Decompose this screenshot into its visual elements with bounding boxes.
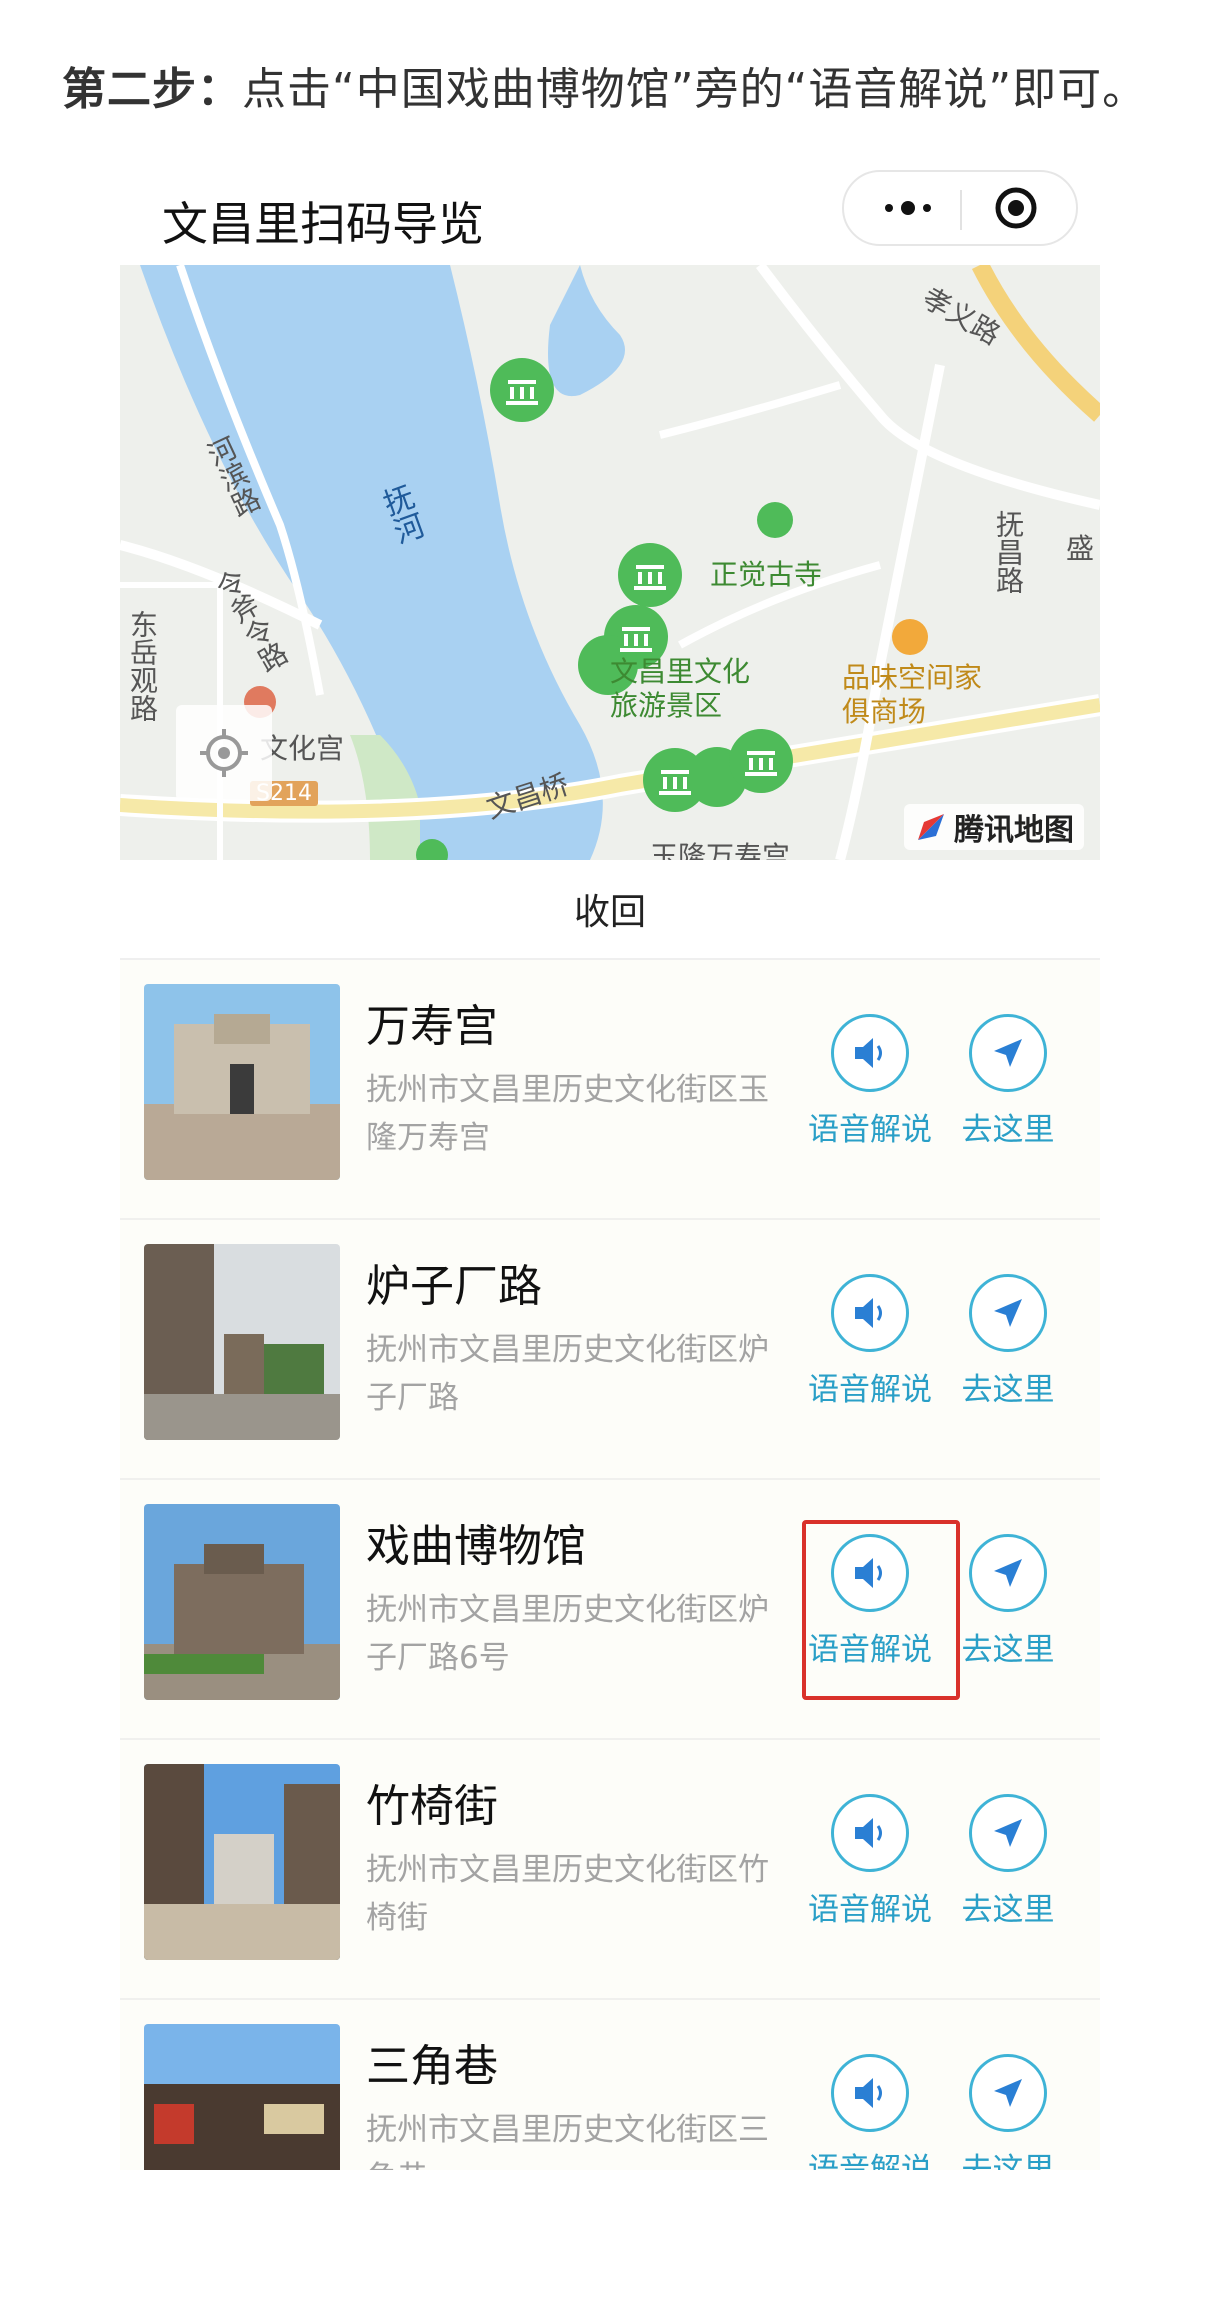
navigate-button[interactable]: 去这里 [938, 1794, 1078, 1934]
tencent-map-icon [918, 814, 944, 840]
map-label-dongyue-road: 东岳观路 [126, 610, 159, 722]
map-label-scenic-area: 文昌里文化旅游景区 [610, 655, 751, 722]
map-label-sheng: 盛 [1066, 532, 1095, 565]
list-item[interactable]: 竹椅街 抚州市文昌里历史文化街区竹椅街 语音解说 去这里 [120, 1740, 1100, 2000]
item-address: 抚州市文昌里历史文化街区竹椅街 [366, 1852, 769, 1936]
step-description: 点击“中国戏曲博物馆”旁的“语音解说”即可。 [242, 64, 1148, 115]
speaker-icon [855, 2078, 882, 2108]
item-address: 抚州市文昌里历史文化街区炉子厂路6号 [366, 1592, 769, 1676]
app-title: 文昌里扫码导览 [162, 197, 484, 251]
more-dots-icon[interactable] [878, 172, 938, 244]
navigate-button[interactable]: 去这里 [938, 1014, 1078, 1154]
collapse-button[interactable]: 收回 [120, 860, 1100, 960]
map-label-furniture-mall: 品味空间家俱商场 [842, 661, 983, 728]
navigate-label: 去这里 [961, 1112, 1055, 1148]
map-label-fuchang-road: 抚昌路 [992, 510, 1025, 594]
speaker-icon [855, 1558, 882, 1588]
navigate-button[interactable]: 去这里 [938, 1274, 1078, 1414]
audio-guide-button[interactable]: 语音解说 [800, 1274, 940, 1414]
audio-guide-label: 语音解说 [808, 1112, 932, 1148]
map-label-culture-palace: 文化宫 [260, 732, 345, 765]
navigation-arrow-icon [994, 1299, 1022, 1327]
list-item[interactable]: 戏曲博物馆 抚州市文昌里历史文化街区炉子厂路6号 语音解说 去这里 [120, 1480, 1100, 1740]
speaker-icon [855, 1818, 882, 1848]
locate-icon [200, 729, 248, 777]
navigation-arrow-icon [994, 2079, 1022, 2107]
navigate-label: 去这里 [961, 1632, 1055, 1668]
navigate-label: 去这里 [961, 1892, 1055, 1928]
navigation-arrow-icon [994, 1819, 1022, 1847]
audio-guide-label: 语音解说 [808, 1372, 932, 1408]
list-item[interactable]: 炉子厂路 抚州市文昌里历史文化街区炉子厂路 语音解说 去这里 [120, 1220, 1100, 1480]
audio-guide-label: 语音解说 [808, 1632, 932, 1668]
map-label-wanshou-palace: 玉隆万寿宫 [650, 840, 791, 860]
attraction-list: 万寿宫 抚州市文昌里历史文化街区玉隆万寿宫 语音解说 去这里 炉子厂路 抚州市文… [120, 960, 1100, 2260]
item-address: 抚州市文昌里历史文化街区炉子厂路 [366, 1332, 769, 1416]
step-label: 第二步： [62, 64, 242, 115]
audio-guide-button-highlighted[interactable]: 语音解说 [800, 1534, 940, 1674]
audio-guide-button[interactable]: 语音解说 [800, 1014, 940, 1154]
item-name: 万寿宫 [366, 1001, 498, 1052]
navigation-arrow-icon [994, 1559, 1022, 1587]
audio-guide-button[interactable]: 语音解说 [800, 1794, 940, 1934]
list-item[interactable]: 万寿宫 抚州市文昌里历史文化街区玉隆万寿宫 语音解说 去这里 [120, 960, 1100, 1220]
navigate-label: 去这里 [961, 1372, 1055, 1408]
thumbnail-opera-museum [144, 1504, 340, 1700]
navigation-arrow-icon [994, 1039, 1022, 1067]
navigate-button[interactable]: 去这里 [938, 1534, 1078, 1674]
capsule-divider [960, 190, 962, 230]
item-name: 戏曲博物馆 [366, 1521, 586, 1572]
mini-program-titlebar: 文昌里扫码导览 [120, 168, 1100, 268]
locate-button[interactable] [176, 705, 272, 801]
thumbnail-zhuyi-street [144, 1764, 340, 1960]
instruction-text: 第二步：点击“中国戏曲博物馆”旁的“语音解说”即可。 [62, 60, 1182, 120]
thumbnail-luzichang-road [144, 1244, 340, 1440]
menu-capsule [842, 170, 1078, 246]
speaker-icon [855, 1298, 882, 1328]
item-name: 三角巷 [366, 2041, 498, 2092]
item-name: 炉子厂路 [366, 1261, 542, 1312]
item-address: 抚州市文昌里历史文化街区玉隆万寿宫 [366, 1072, 769, 1156]
map-view[interactable]: 抚河 河滨路 东岳观路 令斧令路 孝义路 抚昌路 盛 正觉古寺 文昌里文化旅游景… [120, 265, 1100, 860]
speaker-icon [855, 1038, 882, 1068]
map-label-temple: 正觉古寺 [710, 558, 823, 591]
target-close-icon[interactable] [994, 186, 1038, 230]
screenshot-crop-edge [120, 2170, 1100, 2303]
map-provider-name: 腾讯地图 [954, 813, 1074, 848]
audio-guide-label: 语音解说 [808, 1892, 932, 1928]
thumbnail-wanshou-palace [144, 984, 340, 1180]
map-provider-logo: 腾讯地图 [904, 804, 1084, 850]
item-name: 竹椅街 [366, 1781, 498, 1832]
